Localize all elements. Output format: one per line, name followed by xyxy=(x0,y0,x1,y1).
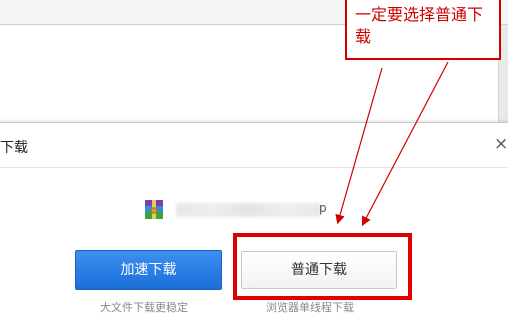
annotation-arrow-right xyxy=(361,61,449,227)
annotation-arrow-left xyxy=(335,67,383,225)
annotation-arrows xyxy=(335,61,449,227)
